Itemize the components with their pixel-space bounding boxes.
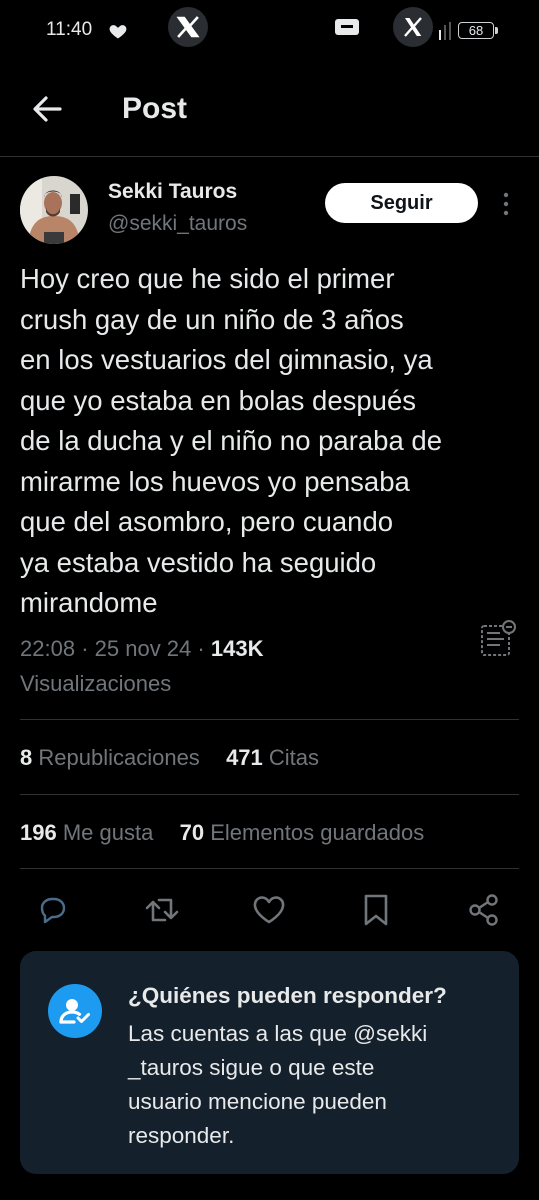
reposts-stat[interactable]: 8 Republicaciones [20, 745, 200, 770]
quotes-label: Citas [268, 745, 320, 770]
back-arrow-icon[interactable] [30, 92, 64, 126]
card-body: Las cuentas a las que @sekki _tauros sig… [128, 1021, 428, 1148]
post-text: Hoy creo que he sido el primer crush gay… [20, 263, 442, 618]
page-title: Post [122, 92, 188, 125]
likes-stat[interactable]: 196 Me gusta [20, 820, 153, 845]
repost-icon [145, 898, 179, 922]
bookmarks-stat[interactable]: 70 Elementos guardados [180, 820, 425, 845]
share-button[interactable] [462, 888, 506, 932]
bookmark-button[interactable] [354, 888, 398, 932]
post-analytics-icon[interactable] [478, 618, 518, 658]
status-time: 11:40 [46, 19, 93, 40]
like-count: 196 [20, 820, 57, 845]
more-vertical-icon[interactable] [496, 190, 516, 218]
post-date: 25 nov 24 [94, 636, 192, 661]
reposts-label: Republicaciones [38, 745, 200, 770]
post-time: 22:08 [20, 636, 76, 661]
share-icon [469, 894, 498, 926]
repost-count: 8 [20, 745, 33, 770]
divider [20, 794, 519, 795]
post-meta: 22:08 · 25 nov 24 · 143K [20, 636, 263, 662]
notification-icon [335, 19, 359, 35]
bookmark-count: 70 [179, 820, 205, 845]
author-handle[interactable]: @sekki_tauros [108, 212, 247, 236]
views-label: Visualizaciones [20, 671, 172, 696]
repost-quote-stats: 8 Republicaciones 471 Citas [20, 745, 319, 771]
divider [20, 868, 519, 869]
quotes-stat[interactable]: 471 Citas [226, 745, 319, 770]
battery-level: 68 [468, 23, 484, 38]
like-bookmark-stats: 196 Me gusta 70 Elementos guardados [20, 820, 424, 846]
bookmark-icon [364, 894, 388, 926]
author-name[interactable]: Sekki Tauros [108, 180, 237, 204]
like-icon [253, 896, 285, 924]
signal-icon [439, 22, 451, 40]
follow-button[interactable]: Seguir [325, 183, 478, 223]
card-title: ¿Quiénes pueden responder? [128, 983, 447, 1008]
battery-icon: 68 [458, 22, 498, 39]
reply-button[interactable] [31, 888, 75, 932]
x-logo-icon [168, 7, 208, 47]
view-count: 143K [210, 636, 264, 661]
reply-icon [40, 897, 66, 924]
divider [20, 719, 519, 720]
header-divider [0, 156, 539, 157]
repost-button[interactable] [140, 888, 184, 932]
like-button[interactable] [247, 888, 291, 932]
meta-separator: · [81, 636, 95, 661]
avatar[interactable] [20, 176, 88, 244]
bookmarks-label: Elementos guardados [210, 820, 425, 845]
quote-count: 471 [226, 745, 263, 770]
x-logo-icon [393, 7, 433, 47]
meta-separator: · [197, 636, 211, 661]
likes-label: Me gusta [62, 820, 154, 845]
heart-icon [109, 25, 127, 39]
reply-permission-card: ¿Quiénes pueden responder? Las cuentas a… [20, 951, 519, 1174]
user-check-icon [48, 984, 102, 1038]
